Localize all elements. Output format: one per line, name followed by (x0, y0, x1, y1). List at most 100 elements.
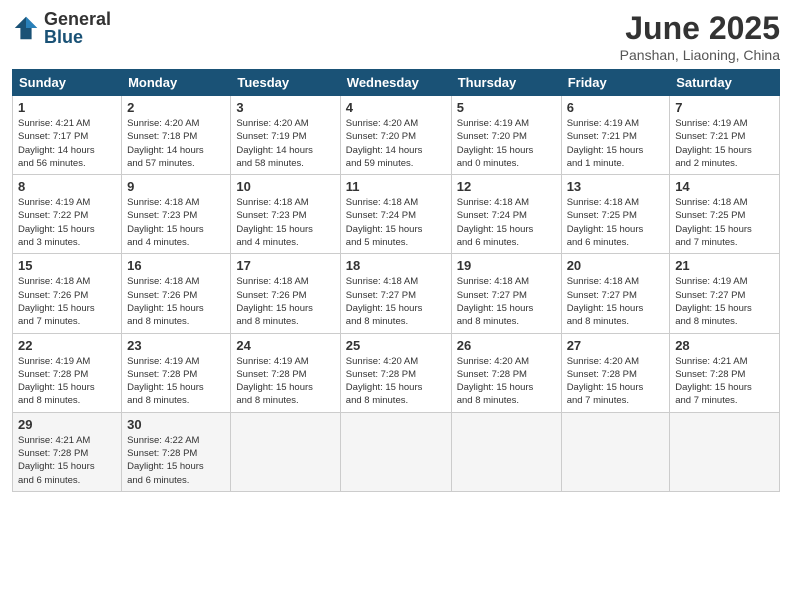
day-info: Sunrise: 4:18 AM Sunset: 7:25 PM Dayligh… (567, 196, 665, 249)
day-info: Sunrise: 4:22 AM Sunset: 7:28 PM Dayligh… (127, 434, 225, 487)
day-info: Sunrise: 4:20 AM Sunset: 7:19 PM Dayligh… (236, 117, 334, 170)
table-row: 16Sunrise: 4:18 AM Sunset: 7:26 PM Dayli… (122, 254, 231, 333)
day-info: Sunrise: 4:20 AM Sunset: 7:28 PM Dayligh… (346, 355, 446, 408)
table-row (451, 412, 561, 491)
table-row: 28 Sunrise: 4:21 AM Sunset: 7:28 PM Dayli… (670, 333, 780, 412)
day-info: Sunrise: 4:18 AM Sunset: 7:27 PM Dayligh… (457, 275, 556, 328)
logo-icon (12, 14, 40, 42)
header: General Blue June 2025 Panshan, Liaoning… (12, 10, 780, 63)
day-number: 3 (236, 100, 334, 115)
table-row: 26 Sunrise: 4:20 AM Sunset: 7:28 PM Dayli… (451, 333, 561, 412)
day-info: Sunrise: 4:19 AM Sunset: 7:22 PM Dayligh… (18, 196, 116, 249)
page-container: General Blue June 2025 Panshan, Liaoning… (0, 0, 792, 502)
day-info: Sunrise: 4:18 AM Sunset: 7:23 PM Dayligh… (127, 196, 225, 249)
table-row: 6 Sunrise: 4:19 AM Sunset: 7:21 PM Daylig… (561, 96, 670, 175)
day-info: Sunrise: 4:19 AM Sunset: 7:21 PM Dayligh… (567, 117, 665, 170)
table-row: 14 Sunrise: 4:18 AM Sunset: 7:25 PM Dayli… (670, 175, 780, 254)
calendar-week-4: 22 Sunrise: 4:19 AM Sunset: 7:28 PM Dayli… (13, 333, 780, 412)
day-number: 6 (567, 100, 665, 115)
table-row (670, 412, 780, 491)
calendar-week-5: 29 Sunrise: 4:21 AM Sunset: 7:28 PM Dayli… (13, 412, 780, 491)
day-number: 10 (236, 179, 334, 194)
day-info: Sunrise: 4:18 AM Sunset: 7:27 PM Dayligh… (567, 275, 665, 328)
col-tuesday: Tuesday (231, 70, 340, 96)
day-number: 29 (18, 417, 116, 432)
logo-blue-text: Blue (44, 28, 111, 46)
table-row (561, 412, 670, 491)
day-number: 1 (18, 100, 116, 115)
day-info: Sunrise: 4:19 AM Sunset: 7:20 PM Dayligh… (457, 117, 556, 170)
table-row: 13 Sunrise: 4:18 AM Sunset: 7:25 PM Dayli… (561, 175, 670, 254)
table-row: 11 Sunrise: 4:18 AM Sunset: 7:24 PM Dayli… (340, 175, 451, 254)
day-number: 21 (675, 258, 774, 273)
day-info: Sunrise: 4:18 AM Sunset: 7:26 PM Dayligh… (18, 275, 116, 328)
day-info: Sunrise: 4:18 AM Sunset: 7:25 PM Dayligh… (675, 196, 774, 249)
table-row: 20 Sunrise: 4:18 AM Sunset: 7:27 PM Dayli… (561, 254, 670, 333)
day-number: 16 (127, 258, 225, 273)
col-friday: Friday (561, 70, 670, 96)
day-info: Sunrise: 4:18 AM Sunset: 7:24 PM Dayligh… (457, 196, 556, 249)
calendar-header-row: Sunday Monday Tuesday Wednesday Thursday… (13, 70, 780, 96)
table-row: 19 Sunrise: 4:18 AM Sunset: 7:27 PM Dayli… (451, 254, 561, 333)
table-row: 24 Sunrise: 4:19 AM Sunset: 7:28 PM Dayli… (231, 333, 340, 412)
day-number: 24 (236, 338, 334, 353)
col-saturday: Saturday (670, 70, 780, 96)
day-number: 4 (346, 100, 446, 115)
logo-text: General Blue (44, 10, 111, 46)
day-info: Sunrise: 4:21 AM Sunset: 7:28 PM Dayligh… (675, 355, 774, 408)
day-info: Sunrise: 4:18 AM Sunset: 7:23 PM Dayligh… (236, 196, 334, 249)
day-number: 2 (127, 100, 225, 115)
day-number: 19 (457, 258, 556, 273)
day-info: Sunrise: 4:20 AM Sunset: 7:28 PM Dayligh… (457, 355, 556, 408)
location-subtitle: Panshan, Liaoning, China (620, 47, 780, 63)
day-number: 30 (127, 417, 225, 432)
day-number: 28 (675, 338, 774, 353)
day-number: 15 (18, 258, 116, 273)
day-number: 20 (567, 258, 665, 273)
day-number: 25 (346, 338, 446, 353)
col-monday: Monday (122, 70, 231, 96)
day-number: 27 (567, 338, 665, 353)
day-info: Sunrise: 4:19 AM Sunset: 7:28 PM Dayligh… (18, 355, 116, 408)
day-info: Sunrise: 4:20 AM Sunset: 7:18 PM Dayligh… (127, 117, 225, 170)
table-row: 1Sunrise: 4:21 AM Sunset: 7:17 PM Daylig… (13, 96, 122, 175)
day-number: 17 (236, 258, 334, 273)
day-info: Sunrise: 4:20 AM Sunset: 7:20 PM Dayligh… (346, 117, 446, 170)
day-number: 11 (346, 179, 446, 194)
logo-general-text: General (44, 10, 111, 28)
title-block: June 2025 Panshan, Liaoning, China (620, 10, 780, 63)
table-row (340, 412, 451, 491)
day-info: Sunrise: 4:19 AM Sunset: 7:27 PM Dayligh… (675, 275, 774, 328)
day-info: Sunrise: 4:19 AM Sunset: 7:28 PM Dayligh… (236, 355, 334, 408)
table-row: 3 Sunrise: 4:20 AM Sunset: 7:19 PM Daylig… (231, 96, 340, 175)
day-info: Sunrise: 4:20 AM Sunset: 7:28 PM Dayligh… (567, 355, 665, 408)
table-row: 10 Sunrise: 4:18 AM Sunset: 7:23 PM Dayli… (231, 175, 340, 254)
day-number: 12 (457, 179, 556, 194)
calendar-table: Sunday Monday Tuesday Wednesday Thursday… (12, 69, 780, 492)
day-number: 14 (675, 179, 774, 194)
col-sunday: Sunday (13, 70, 122, 96)
table-row: 21 Sunrise: 4:19 AM Sunset: 7:27 PM Dayli… (670, 254, 780, 333)
day-info: Sunrise: 4:18 AM Sunset: 7:24 PM Dayligh… (346, 196, 446, 249)
month-title: June 2025 (620, 10, 780, 47)
day-number: 23 (127, 338, 225, 353)
day-info: Sunrise: 4:19 AM Sunset: 7:28 PM Dayligh… (127, 355, 225, 408)
day-info: Sunrise: 4:19 AM Sunset: 7:21 PM Dayligh… (675, 117, 774, 170)
table-row: 17Sunrise: 4:18 AM Sunset: 7:26 PM Dayli… (231, 254, 340, 333)
day-number: 22 (18, 338, 116, 353)
table-row: 2 Sunrise: 4:20 AM Sunset: 7:18 PM Daylig… (122, 96, 231, 175)
day-info: Sunrise: 4:21 AM Sunset: 7:28 PM Dayligh… (18, 434, 116, 487)
day-number: 9 (127, 179, 225, 194)
calendar-week-2: 8Sunrise: 4:19 AM Sunset: 7:22 PM Daylig… (13, 175, 780, 254)
day-number: 7 (675, 100, 774, 115)
table-row: 8Sunrise: 4:19 AM Sunset: 7:22 PM Daylig… (13, 175, 122, 254)
day-number: 13 (567, 179, 665, 194)
day-number: 18 (346, 258, 446, 273)
table-row: 22 Sunrise: 4:19 AM Sunset: 7:28 PM Dayli… (13, 333, 122, 412)
calendar-week-3: 15 Sunrise: 4:18 AM Sunset: 7:26 PM Dayli… (13, 254, 780, 333)
col-wednesday: Wednesday (340, 70, 451, 96)
day-number: 26 (457, 338, 556, 353)
table-row: 25 Sunrise: 4:20 AM Sunset: 7:28 PM Dayli… (340, 333, 451, 412)
table-row: 18Sunrise: 4:18 AM Sunset: 7:27 PM Dayli… (340, 254, 451, 333)
logo: General Blue (12, 10, 111, 46)
